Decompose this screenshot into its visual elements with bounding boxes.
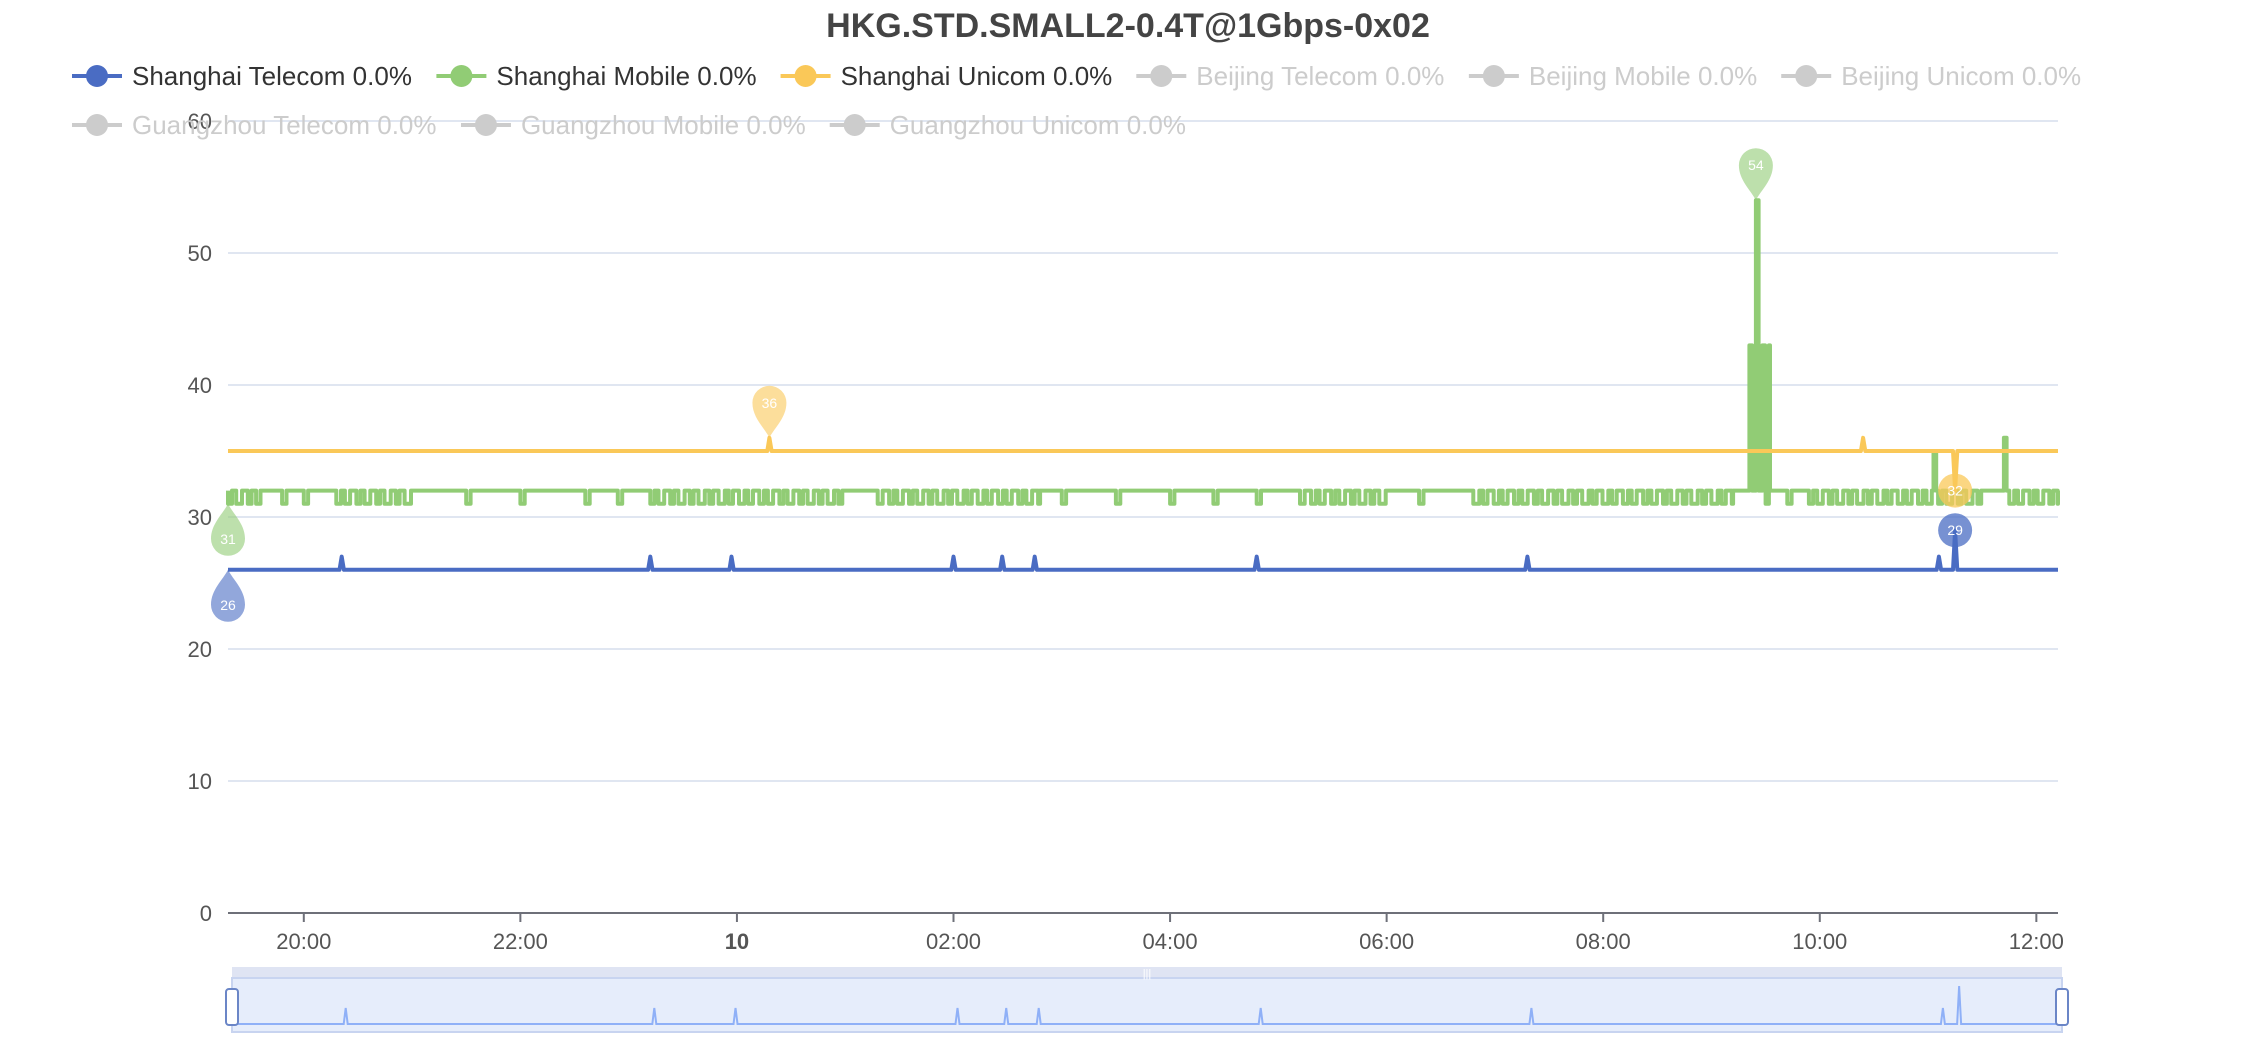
marker-pin — [1738, 148, 1773, 201]
y-tick-label: 30 — [188, 505, 212, 530]
x-tick-label: 02:00 — [926, 929, 981, 954]
zoom-end-handle[interactable] — [2055, 988, 2069, 1026]
legend-item[interactable]: Guangzhou Mobile 0.0% — [460, 110, 806, 140]
data-zoom-slider[interactable]: ||| — [225, 967, 2069, 1033]
marker-label: 29 — [1947, 522, 1963, 538]
marker-pin — [211, 569, 245, 622]
y-tick-label: 0 — [200, 901, 212, 926]
legend-label: Shanghai Unicom 0.0% — [841, 61, 1113, 91]
x-tick-label: 06:00 — [1359, 929, 1414, 954]
x-tick-label: 20:00 — [276, 929, 331, 954]
x-tick-label: 10:00 — [1792, 929, 1847, 954]
y-tick-label: 20 — [188, 637, 212, 662]
x-tick-label: 08:00 — [1576, 929, 1631, 954]
legend-dot-icon — [450, 65, 473, 87]
value-marker[interactable]: 54 — [1738, 148, 1773, 201]
value-marker[interactable]: 31 — [211, 503, 245, 556]
value-marker[interactable]: 26 — [211, 569, 245, 622]
legend-item[interactable]: Guangzhou Telecom 0.0% — [72, 110, 437, 140]
legend-label: Shanghai Telecom 0.0% — [132, 61, 412, 91]
legend-dot-icon — [474, 114, 497, 136]
y-tick-label: 10 — [188, 769, 212, 794]
axes: 010203040506020:00 22:00 10 02:00 04:00 06:00… — [188, 109, 2064, 954]
marker-pin — [211, 503, 245, 556]
y-tick-label: 40 — [188, 373, 212, 398]
value-marker[interactable]: 36 — [752, 385, 787, 438]
legend-label: Shanghai Mobile 0.0% — [496, 61, 756, 91]
legend: Shanghai Telecom 0.0% Shanghai Mobile 0.0… — [72, 61, 2081, 140]
series-line-shanghai-mobile — [226, 198, 2060, 506]
legend-dot-icon — [1795, 65, 1818, 87]
legend-label: Beijing Telecom 0.0% — [1196, 61, 1444, 91]
legend-label: Guangzhou Telecom 0.0% — [132, 110, 437, 140]
legend-label: Guangzhou Unicom 0.0% — [890, 110, 1186, 140]
marker-pin — [752, 385, 787, 438]
legend-dot-icon — [86, 114, 108, 136]
legend-label: Guangzhou Mobile 0.0% — [521, 110, 806, 140]
legend-dot-icon — [1150, 65, 1173, 87]
legend-dot-icon — [843, 114, 866, 136]
series-line-shanghai-unicom — [228, 435, 2058, 493]
x-tick-label: 12:00 — [2009, 929, 2064, 954]
marker-label: 26 — [220, 597, 236, 613]
marker-label: 54 — [1748, 157, 1764, 173]
marker-label: 32 — [1947, 483, 1963, 499]
legend-label: Beijing Unicom 0.0% — [1841, 61, 2081, 91]
legend-item[interactable]: Beijing Telecom 0.0% — [1136, 61, 1444, 91]
chart-container: HKG.STD.SMALL2-0.4T@1Gbps-0x02 0 10 20 30 40… — [0, 0, 2256, 1040]
value-marker[interactable]: 29 — [1938, 513, 1973, 548]
line-chart: HKG.STD.SMALL2-0.4T@1Gbps-0x02 0 10 20 30 40… — [72, 7, 2081, 1033]
chart-title: HKG.STD.SMALL2-0.4T@1Gbps-0x02 — [826, 7, 1430, 45]
series-line-shanghai-telecom — [228, 528, 2058, 572]
zoom-grip-icon[interactable]: ||| — [1143, 968, 1152, 980]
x-tick-label: 10 — [725, 929, 749, 954]
legend-item[interactable]: Shanghai Telecom 0.0% — [72, 61, 412, 91]
legend-dot-icon — [86, 65, 108, 87]
legend-label: Beijing Mobile 0.0% — [1529, 61, 1757, 91]
marker-label: 36 — [762, 395, 778, 411]
zoom-start-handle[interactable] — [225, 988, 239, 1026]
legend-item[interactable]: Guangzhou Unicom 0.0% — [829, 110, 1186, 140]
legend-item[interactable]: Beijing Mobile 0.0% — [1468, 61, 1757, 91]
legend-dot-icon — [1482, 65, 1505, 87]
legend-item[interactable]: Shanghai Unicom 0.0% — [780, 61, 1113, 91]
legend-item[interactable]: Beijing Unicom 0.0% — [1781, 61, 2081, 91]
y-tick-label: 50 — [188, 241, 212, 266]
x-tick-label: 22:00 — [493, 929, 548, 954]
marker-label: 31 — [220, 531, 236, 547]
legend-dot-icon — [794, 65, 817, 87]
x-tick-label: 04:00 — [1143, 929, 1198, 954]
value-marker[interactable]: 32 — [1938, 473, 1973, 508]
legend-item[interactable]: Shanghai Mobile 0.0% — [436, 61, 757, 91]
